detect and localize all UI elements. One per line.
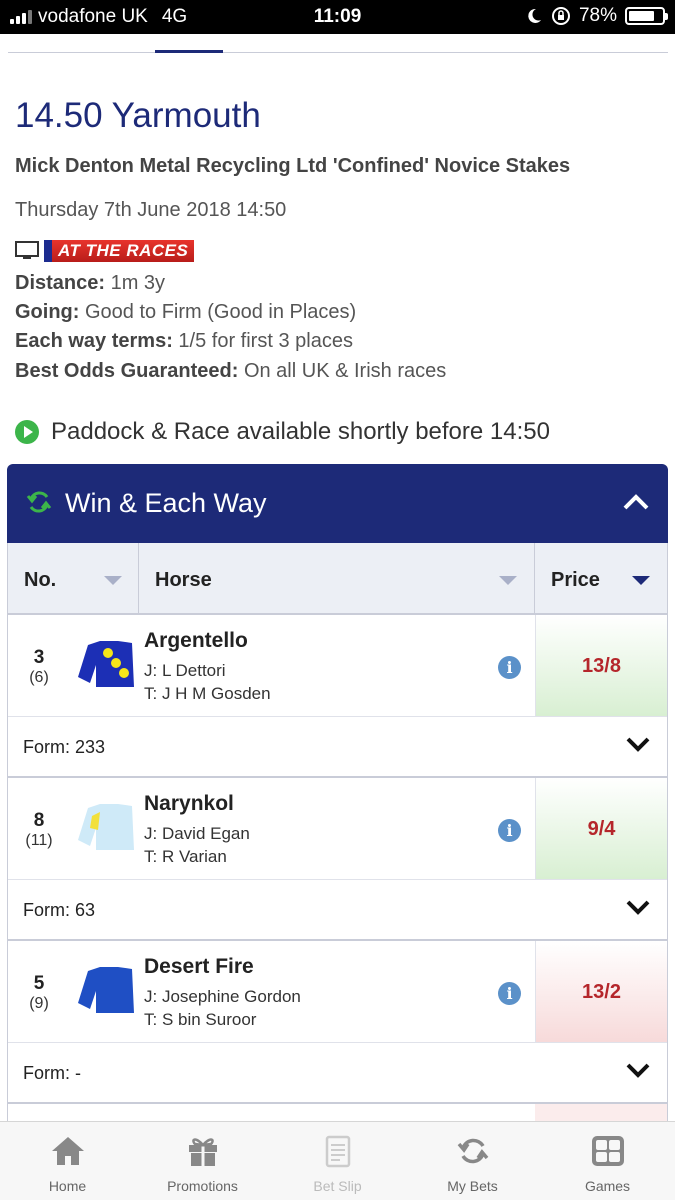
swap-arrows-icon [26, 491, 52, 513]
moon-icon [528, 8, 541, 23]
form-row[interactable]: Form: - [8, 1043, 667, 1104]
trainer-name: T: J H M Gosden [144, 684, 271, 703]
runner-draw: (6) [29, 669, 49, 686]
race-name: Mick Denton Metal Recycling Ltd 'Confine… [15, 155, 571, 177]
info-icon[interactable]: i [498, 982, 521, 1005]
runner-number: 8 [33, 810, 45, 831]
tab-my-bets[interactable]: My Bets [405, 1122, 540, 1200]
info-icon[interactable]: i [498, 819, 521, 842]
tab-divider [8, 52, 668, 53]
tab-games[interactable]: Games [540, 1122, 675, 1200]
going-line: Going: Good to Firm (Good in Places) [15, 301, 357, 323]
chevron-up-icon[interactable] [622, 492, 650, 512]
table-row[interactable]: 8 (11) Narynkol J: David Egan T: R Varian … [8, 778, 667, 880]
chevron-down-icon[interactable] [625, 735, 651, 753]
form-value: 63 [70, 900, 96, 920]
active-tab-indicator [155, 50, 223, 53]
price-button[interactable]: 13/2 [535, 941, 667, 1042]
table-row[interactable]: 5 (9) Desert Fire J: Josephine Gordon T: S… [8, 941, 667, 1043]
tab-bet-slip[interactable]: Bet Slip [270, 1122, 405, 1200]
table-row[interactable]: 3 (6) Argentello J: L Dettori T: J H M Gos… [8, 615, 667, 717]
bottom-tab-bar: Home Promotions Bet Slip My Bets Games [0, 1121, 675, 1200]
tab-home[interactable]: Home [0, 1122, 135, 1200]
runner-draw: (9) [29, 995, 49, 1012]
sort-by-price[interactable]: Price [535, 543, 667, 613]
betslip-icon [325, 1135, 350, 1168]
price-button[interactable]: 13/8 [535, 615, 667, 716]
info-icon[interactable]: i [498, 656, 521, 679]
sort-by-number[interactable]: No. [8, 543, 139, 613]
sort-arrow-active-icon [632, 576, 650, 585]
runner-draw: (11) [25, 832, 53, 849]
runners-table: No. Horse Price 3 (6) Argentello J: L Det… [7, 543, 668, 1124]
jockey-silks-icon [70, 778, 144, 879]
jockey-silks-icon [70, 615, 144, 716]
trainer-name: T: S bin Suroor [144, 1010, 257, 1029]
sort-arrow-icon [104, 576, 122, 585]
race-date: Thursday 7th June 2018 14:50 [15, 199, 287, 221]
play-icon [15, 420, 39, 444]
runner-number: 5 [33, 973, 45, 994]
games-icon [591, 1136, 624, 1166]
sort-arrow-icon [499, 576, 517, 585]
price-button[interactable]: 9/4 [535, 778, 667, 879]
distance-line: Distance: 1m 3y [15, 272, 166, 294]
paddock-notice[interactable]: Paddock & Race available shortly before … [15, 418, 550, 446]
chevron-down-icon[interactable] [625, 1061, 651, 1079]
sort-by-horse[interactable]: Horse [139, 543, 535, 613]
at-the-races-logo: AT THE RACES [44, 240, 195, 262]
table-header: No. Horse Price [8, 543, 667, 615]
status-bar: vodafone UK 4G 11:09 78% [0, 0, 675, 34]
race-title: 14.50 Yarmouth [15, 96, 261, 135]
home-icon [51, 1137, 84, 1165]
form-value: - [70, 1063, 81, 1083]
runner-number: 3 [33, 647, 45, 668]
tab-promotions[interactable]: Promotions [135, 1122, 270, 1200]
each-way-line: Each way terms: 1/5 for first 3 places [15, 330, 353, 352]
horse-name: Narynkol [144, 792, 234, 815]
broadcast-row: AT THE RACES [15, 240, 195, 262]
horse-name: Argentello [144, 629, 248, 652]
form-value: 233 [70, 737, 106, 757]
jockey-name: J: L Dettori [144, 661, 226, 680]
market-header[interactable]: Win & Each Way [7, 464, 668, 543]
jockey-name: J: Josephine Gordon [144, 987, 301, 1006]
jockey-name: J: David Egan [144, 824, 250, 843]
gift-icon [188, 1138, 217, 1166]
form-row[interactable]: Form: 233 [8, 717, 667, 778]
chevron-down-icon[interactable] [625, 898, 651, 916]
tv-icon [15, 241, 39, 259]
jockey-silks-icon [70, 941, 144, 1042]
market-title: Win & Each Way [65, 488, 267, 518]
horse-name: Desert Fire [144, 955, 254, 978]
battery-icon [625, 7, 668, 25]
best-odds-line: Best Odds Guaranteed: On all UK & Irish … [15, 360, 447, 382]
battery-percent: 78% [578, 5, 617, 26]
trainer-name: T: R Varian [144, 847, 227, 866]
paddock-text: Paddock & Race available shortly before … [51, 418, 550, 445]
form-row[interactable]: Form: 63 [8, 880, 667, 941]
rotation-lock-icon [551, 7, 570, 25]
mybets-icon [457, 1138, 488, 1164]
